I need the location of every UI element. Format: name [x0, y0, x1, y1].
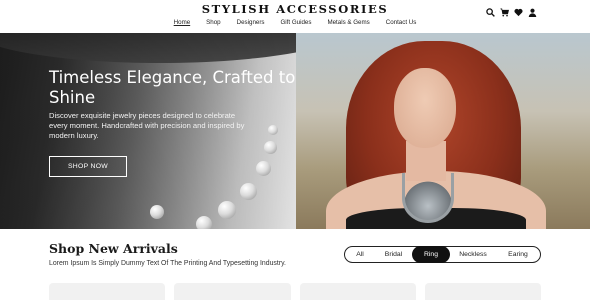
- product-card[interactable]: [49, 283, 166, 300]
- product-card[interactable]: [424, 283, 541, 300]
- pearl: [196, 216, 212, 229]
- hero-banner: Timeless Elegance, Crafted to Shine Disc…: [0, 33, 590, 229]
- nav-home[interactable]: Home: [174, 19, 191, 26]
- nav-shop[interactable]: Shop: [206, 19, 220, 26]
- nav-designers[interactable]: Designers: [237, 19, 265, 26]
- filter-bridal[interactable]: Bridal: [375, 246, 412, 263]
- nav-contact[interactable]: Contact Us: [386, 19, 417, 26]
- necklace: [402, 173, 454, 223]
- search-icon[interactable]: [486, 4, 495, 17]
- pearl: [218, 201, 236, 219]
- section-subtitle: Lorem Ipsum Is Simply Dummy Text Of The …: [49, 260, 286, 267]
- product-card[interactable]: [299, 283, 416, 300]
- header-icons: [486, 4, 537, 17]
- filter-neckless[interactable]: Neckless: [450, 246, 496, 263]
- product-card[interactable]: [174, 283, 291, 300]
- pearl: [256, 161, 271, 176]
- pearl: [264, 141, 277, 154]
- main-nav: Home Shop Designers Gift Guides Metals &…: [0, 19, 590, 26]
- filter-earing[interactable]: Earing: [496, 246, 540, 263]
- section-title: Shop New Arrivals: [49, 241, 178, 256]
- hero-image-model: [296, 33, 590, 229]
- category-filter: All Bridal Ring Neckless Earing: [344, 246, 541, 263]
- nav-metals-gems[interactable]: Metals & Gems: [327, 19, 369, 26]
- pearl: [150, 205, 164, 219]
- pearl: [268, 125, 278, 135]
- hero-title: Timeless Elegance, Crafted to Shine: [49, 68, 296, 107]
- product-grid: [49, 283, 541, 300]
- shop-now-button[interactable]: SHOP NOW: [49, 156, 127, 177]
- cart-icon[interactable]: [500, 4, 510, 17]
- hero-description: Discover exquisite jewelry pieces design…: [49, 111, 245, 141]
- user-icon[interactable]: [528, 4, 537, 17]
- heart-icon[interactable]: [514, 4, 523, 17]
- filter-ring[interactable]: Ring: [412, 246, 450, 263]
- filter-all[interactable]: All: [345, 246, 375, 263]
- pearl: [240, 183, 257, 200]
- nav-gift-guides[interactable]: Gift Guides: [280, 19, 311, 26]
- site-header: STYLISH ACCESSORIES Home Shop Designers …: [0, 0, 590, 33]
